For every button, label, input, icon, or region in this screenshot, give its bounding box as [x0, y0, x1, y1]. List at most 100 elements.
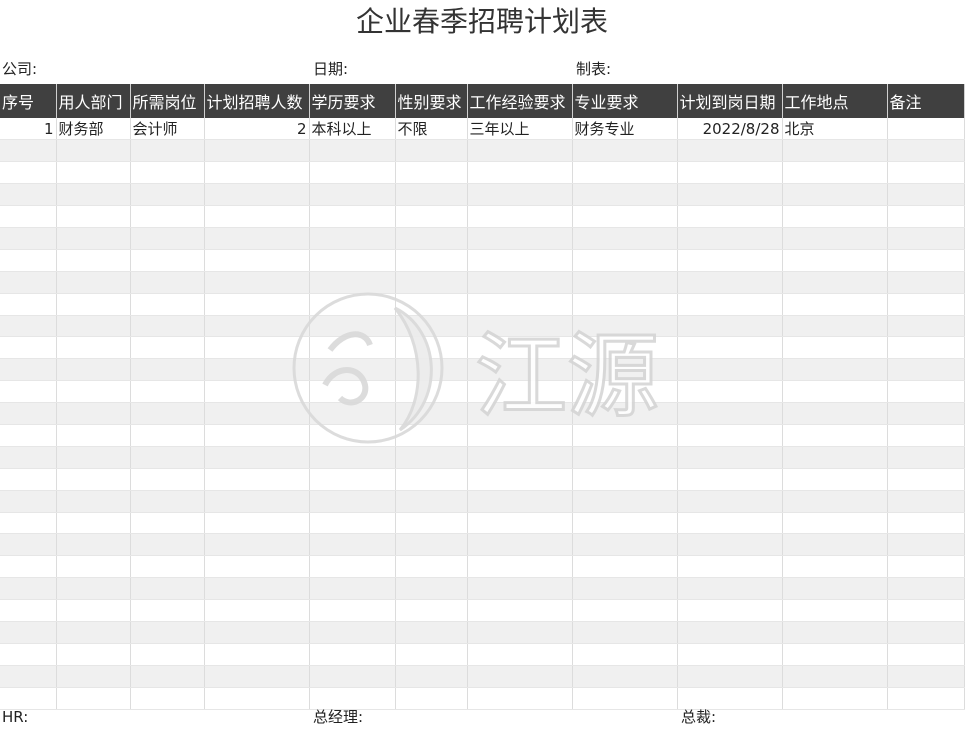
table-cell[interactable] — [395, 139, 468, 163]
table-cell[interactable] — [782, 424, 888, 447]
table-cell[interactable] — [309, 424, 396, 447]
table-cell[interactable] — [467, 577, 573, 601]
table-cell[interactable] — [677, 271, 783, 294]
table-cell[interactable] — [395, 315, 468, 338]
table-cell[interactable] — [782, 468, 888, 491]
table-cell[interactable] — [572, 402, 678, 425]
table-cell[interactable] — [130, 380, 205, 404]
table-cell[interactable] — [782, 227, 888, 250]
table-cell[interactable] — [467, 139, 573, 163]
table-cell[interactable] — [887, 555, 965, 579]
table-cell[interactable] — [467, 205, 573, 228]
table-cell[interactable] — [572, 293, 678, 316]
table-cell[interactable] — [395, 336, 468, 360]
table-cell[interactable] — [130, 621, 205, 644]
table-cell[interactable] — [130, 446, 205, 469]
table-cell[interactable] — [887, 512, 965, 535]
table-cell[interactable] — [130, 358, 205, 382]
table-cell[interactable] — [467, 446, 573, 469]
table-cell[interactable] — [56, 358, 131, 382]
table-cell[interactable] — [395, 687, 468, 710]
table-cell[interactable] — [204, 424, 310, 447]
table-cell[interactable] — [56, 490, 131, 513]
table-cell[interactable] — [0, 643, 57, 666]
table-cell[interactable] — [572, 468, 678, 491]
table-cell[interactable] — [467, 315, 573, 338]
table-cell[interactable] — [677, 490, 783, 513]
table-cell[interactable] — [309, 555, 396, 579]
table-cell[interactable] — [782, 599, 888, 622]
table-cell[interactable] — [467, 665, 573, 688]
table-cell[interactable] — [0, 665, 57, 688]
table-cell[interactable] — [782, 665, 888, 688]
table-cell[interactable] — [309, 358, 396, 382]
table-cell[interactable] — [204, 621, 310, 644]
table-cell[interactable] — [887, 533, 965, 557]
table-cell[interactable]: 北京 — [782, 118, 888, 141]
table-cell[interactable] — [467, 424, 573, 447]
table-cell[interactable] — [887, 490, 965, 513]
table-cell[interactable] — [309, 205, 396, 228]
table-cell[interactable] — [204, 249, 310, 272]
table-cell[interactable]: 不限 — [395, 118, 468, 141]
table-cell[interactable] — [467, 555, 573, 579]
table-cell[interactable] — [395, 358, 468, 382]
table-cell[interactable] — [395, 468, 468, 491]
table-cell[interactable] — [56, 227, 131, 250]
table-cell[interactable] — [467, 687, 573, 710]
table-cell[interactable] — [887, 118, 965, 141]
table-cell[interactable] — [677, 183, 783, 207]
table-cell[interactable] — [887, 315, 965, 338]
table-cell[interactable] — [887, 380, 965, 404]
table-cell[interactable] — [677, 643, 783, 666]
table-cell[interactable] — [677, 336, 783, 360]
table-cell[interactable] — [204, 227, 310, 250]
table-cell[interactable] — [0, 621, 57, 644]
table-cell[interactable] — [677, 380, 783, 404]
table-cell[interactable] — [467, 336, 573, 360]
table-cell[interactable] — [0, 358, 57, 382]
table-cell[interactable] — [56, 533, 131, 557]
table-cell[interactable] — [130, 599, 205, 622]
table-cell[interactable] — [130, 183, 205, 207]
table-cell[interactable] — [0, 161, 57, 185]
table-cell[interactable] — [395, 577, 468, 601]
table-cell[interactable] — [309, 665, 396, 688]
table-cell[interactable] — [130, 271, 205, 294]
table-cell[interactable] — [887, 139, 965, 163]
table-cell[interactable] — [56, 249, 131, 272]
table-cell[interactable] — [467, 183, 573, 207]
table-cell[interactable]: 会计师 — [130, 118, 205, 141]
table-cell[interactable] — [309, 380, 396, 404]
table-cell[interactable] — [395, 599, 468, 622]
table-cell[interactable] — [0, 227, 57, 250]
table-cell[interactable] — [572, 183, 678, 207]
table-cell[interactable] — [572, 533, 678, 557]
table-cell[interactable] — [130, 336, 205, 360]
table-cell[interactable] — [0, 468, 57, 491]
table-cell[interactable] — [56, 599, 131, 622]
table-cell[interactable] — [204, 490, 310, 513]
table-cell[interactable] — [572, 358, 678, 382]
table-cell[interactable] — [0, 533, 57, 557]
table-cell[interactable] — [56, 293, 131, 316]
table-cell[interactable] — [309, 315, 396, 338]
table-cell[interactable] — [782, 446, 888, 469]
table-cell[interactable] — [782, 336, 888, 360]
table-cell[interactable] — [0, 577, 57, 601]
table-cell[interactable] — [572, 380, 678, 404]
table-cell[interactable] — [395, 227, 468, 250]
table-cell[interactable] — [467, 599, 573, 622]
table-cell[interactable] — [395, 665, 468, 688]
table-cell[interactable] — [572, 161, 678, 185]
table-cell[interactable] — [887, 687, 965, 710]
table-cell[interactable] — [395, 293, 468, 316]
table-cell[interactable] — [204, 446, 310, 469]
table-cell[interactable] — [782, 249, 888, 272]
table-cell[interactable] — [0, 139, 57, 163]
table-cell[interactable] — [204, 577, 310, 601]
table-cell[interactable] — [395, 205, 468, 228]
table-cell[interactable] — [782, 205, 888, 228]
table-cell[interactable] — [395, 183, 468, 207]
table-cell[interactable] — [130, 315, 205, 338]
